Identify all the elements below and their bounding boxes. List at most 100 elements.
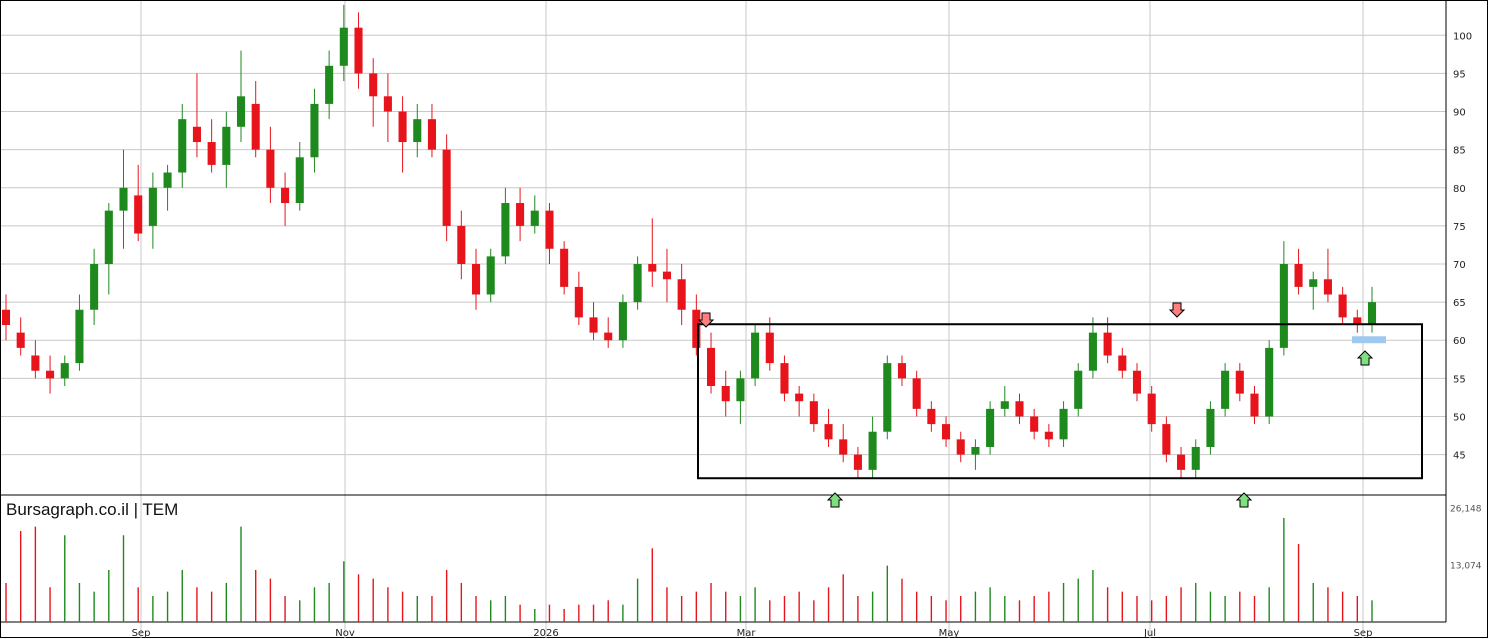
candle-body bbox=[912, 378, 921, 409]
support-band bbox=[1352, 336, 1386, 344]
candle-body bbox=[1323, 279, 1332, 295]
candle-body bbox=[281, 187, 290, 204]
candle-body bbox=[839, 439, 848, 455]
chart-watermark: Bursagraph.co.il | TEM bbox=[6, 500, 179, 519]
candle-body bbox=[560, 248, 569, 287]
candle-body bbox=[1221, 370, 1230, 409]
candle-body bbox=[1265, 347, 1274, 417]
candle-body bbox=[457, 225, 466, 265]
candle-body bbox=[398, 111, 407, 143]
x-tick-label: 2026 bbox=[533, 628, 558, 639]
candle-body bbox=[236, 96, 246, 127]
candle-body bbox=[222, 126, 231, 165]
candle-body bbox=[824, 424, 833, 440]
range-rectangle bbox=[697, 323, 1423, 480]
candle-body bbox=[633, 264, 642, 303]
candle-body bbox=[354, 27, 363, 74]
price-tick-label: 55 bbox=[1453, 374, 1466, 385]
candle-body bbox=[780, 363, 789, 394]
candle-body bbox=[1147, 393, 1156, 425]
candle-body bbox=[427, 119, 436, 150]
candle-body bbox=[192, 126, 201, 143]
candle-body bbox=[501, 203, 510, 257]
candle-body bbox=[1177, 454, 1186, 470]
chart-frame bbox=[0, 0, 1488, 638]
candle-body bbox=[119, 187, 128, 211]
candle-body bbox=[677, 279, 686, 310]
price-tick-label: 85 bbox=[1453, 146, 1466, 157]
price-tick-label: 75 bbox=[1453, 222, 1466, 233]
candle-body bbox=[765, 332, 774, 364]
candle-body bbox=[1059, 408, 1068, 440]
candle-body bbox=[178, 119, 187, 173]
candle-body bbox=[1088, 332, 1097, 371]
candle-body bbox=[1030, 416, 1039, 432]
candle-body bbox=[325, 65, 334, 104]
candle-body bbox=[736, 378, 745, 402]
candle-body bbox=[471, 264, 481, 295]
volume-tick-label: 13,074 bbox=[1450, 561, 1482, 571]
x-tick-label: Jul bbox=[1143, 628, 1156, 639]
candle-body bbox=[1235, 370, 1244, 394]
candle-body bbox=[1, 309, 11, 325]
candle-body bbox=[383, 96, 392, 112]
candle-body bbox=[369, 73, 378, 97]
stock-chart: 45 50 55 60 65 70 75 80 85 90 95 100 26,148 13,074 Sep… bbox=[0, 0, 1488, 639]
price-tick-label: 65 bbox=[1453, 298, 1466, 309]
candle-body bbox=[163, 172, 172, 188]
candle-body bbox=[251, 103, 260, 150]
candle-body bbox=[1250, 393, 1259, 417]
x-tick-label: Sep bbox=[132, 628, 151, 639]
candle-body bbox=[662, 271, 672, 280]
candle-body bbox=[1279, 264, 1288, 348]
candle-body bbox=[971, 446, 980, 455]
candle-body bbox=[853, 454, 862, 470]
candle-body bbox=[1367, 302, 1377, 325]
volume-tick-label: 26,148 bbox=[1450, 505, 1482, 515]
candle-body bbox=[751, 332, 760, 379]
up-arrow-marker bbox=[1356, 350, 1374, 366]
candle-body bbox=[986, 408, 995, 447]
candle-body bbox=[692, 309, 701, 348]
candle-body bbox=[339, 27, 348, 66]
candle-body bbox=[486, 256, 495, 295]
candle-body bbox=[927, 408, 936, 425]
candle-body bbox=[104, 210, 113, 265]
candle-body bbox=[1103, 332, 1112, 356]
candle-body bbox=[1132, 370, 1142, 394]
candle-body bbox=[134, 195, 143, 234]
candle-body bbox=[809, 401, 818, 425]
price-tick-label: 100 bbox=[1453, 31, 1472, 42]
candle-body bbox=[648, 264, 657, 272]
x-tick-label: May bbox=[939, 628, 960, 639]
candle-body bbox=[60, 363, 69, 379]
candle-body bbox=[148, 187, 157, 226]
candle-body bbox=[897, 363, 907, 379]
candle-body bbox=[618, 302, 627, 341]
x-tick-label: Nov bbox=[335, 628, 355, 639]
candle-body bbox=[1338, 294, 1347, 318]
candle-body bbox=[310, 103, 319, 158]
price-tick-label: 95 bbox=[1453, 69, 1466, 80]
candle-body bbox=[956, 439, 965, 455]
price-tick-label: 70 bbox=[1453, 260, 1466, 271]
x-tick-label: Sep bbox=[1354, 628, 1373, 639]
candle-body bbox=[1162, 424, 1171, 455]
price-tick-label: 50 bbox=[1453, 412, 1466, 423]
candle-body bbox=[574, 286, 583, 318]
candle-body bbox=[1000, 401, 1009, 409]
candle-body bbox=[1044, 431, 1053, 440]
down-arrow-marker bbox=[1168, 302, 1186, 318]
candle-body bbox=[868, 431, 877, 470]
candle-body bbox=[1074, 370, 1083, 409]
candle-body bbox=[589, 317, 598, 333]
candle-body bbox=[266, 149, 275, 188]
price-tick-label: 90 bbox=[1453, 108, 1466, 119]
candle-body bbox=[706, 347, 716, 386]
candle-body bbox=[721, 385, 730, 402]
price-tick-label: 80 bbox=[1453, 184, 1466, 195]
price-tick-label: 60 bbox=[1453, 336, 1466, 347]
candle-body bbox=[413, 119, 422, 143]
candle-body bbox=[1015, 401, 1024, 417]
chart-canvas: 45 50 55 60 65 70 75 80 85 90 95 100 26,148 13,074 Sep… bbox=[0, 0, 1488, 639]
